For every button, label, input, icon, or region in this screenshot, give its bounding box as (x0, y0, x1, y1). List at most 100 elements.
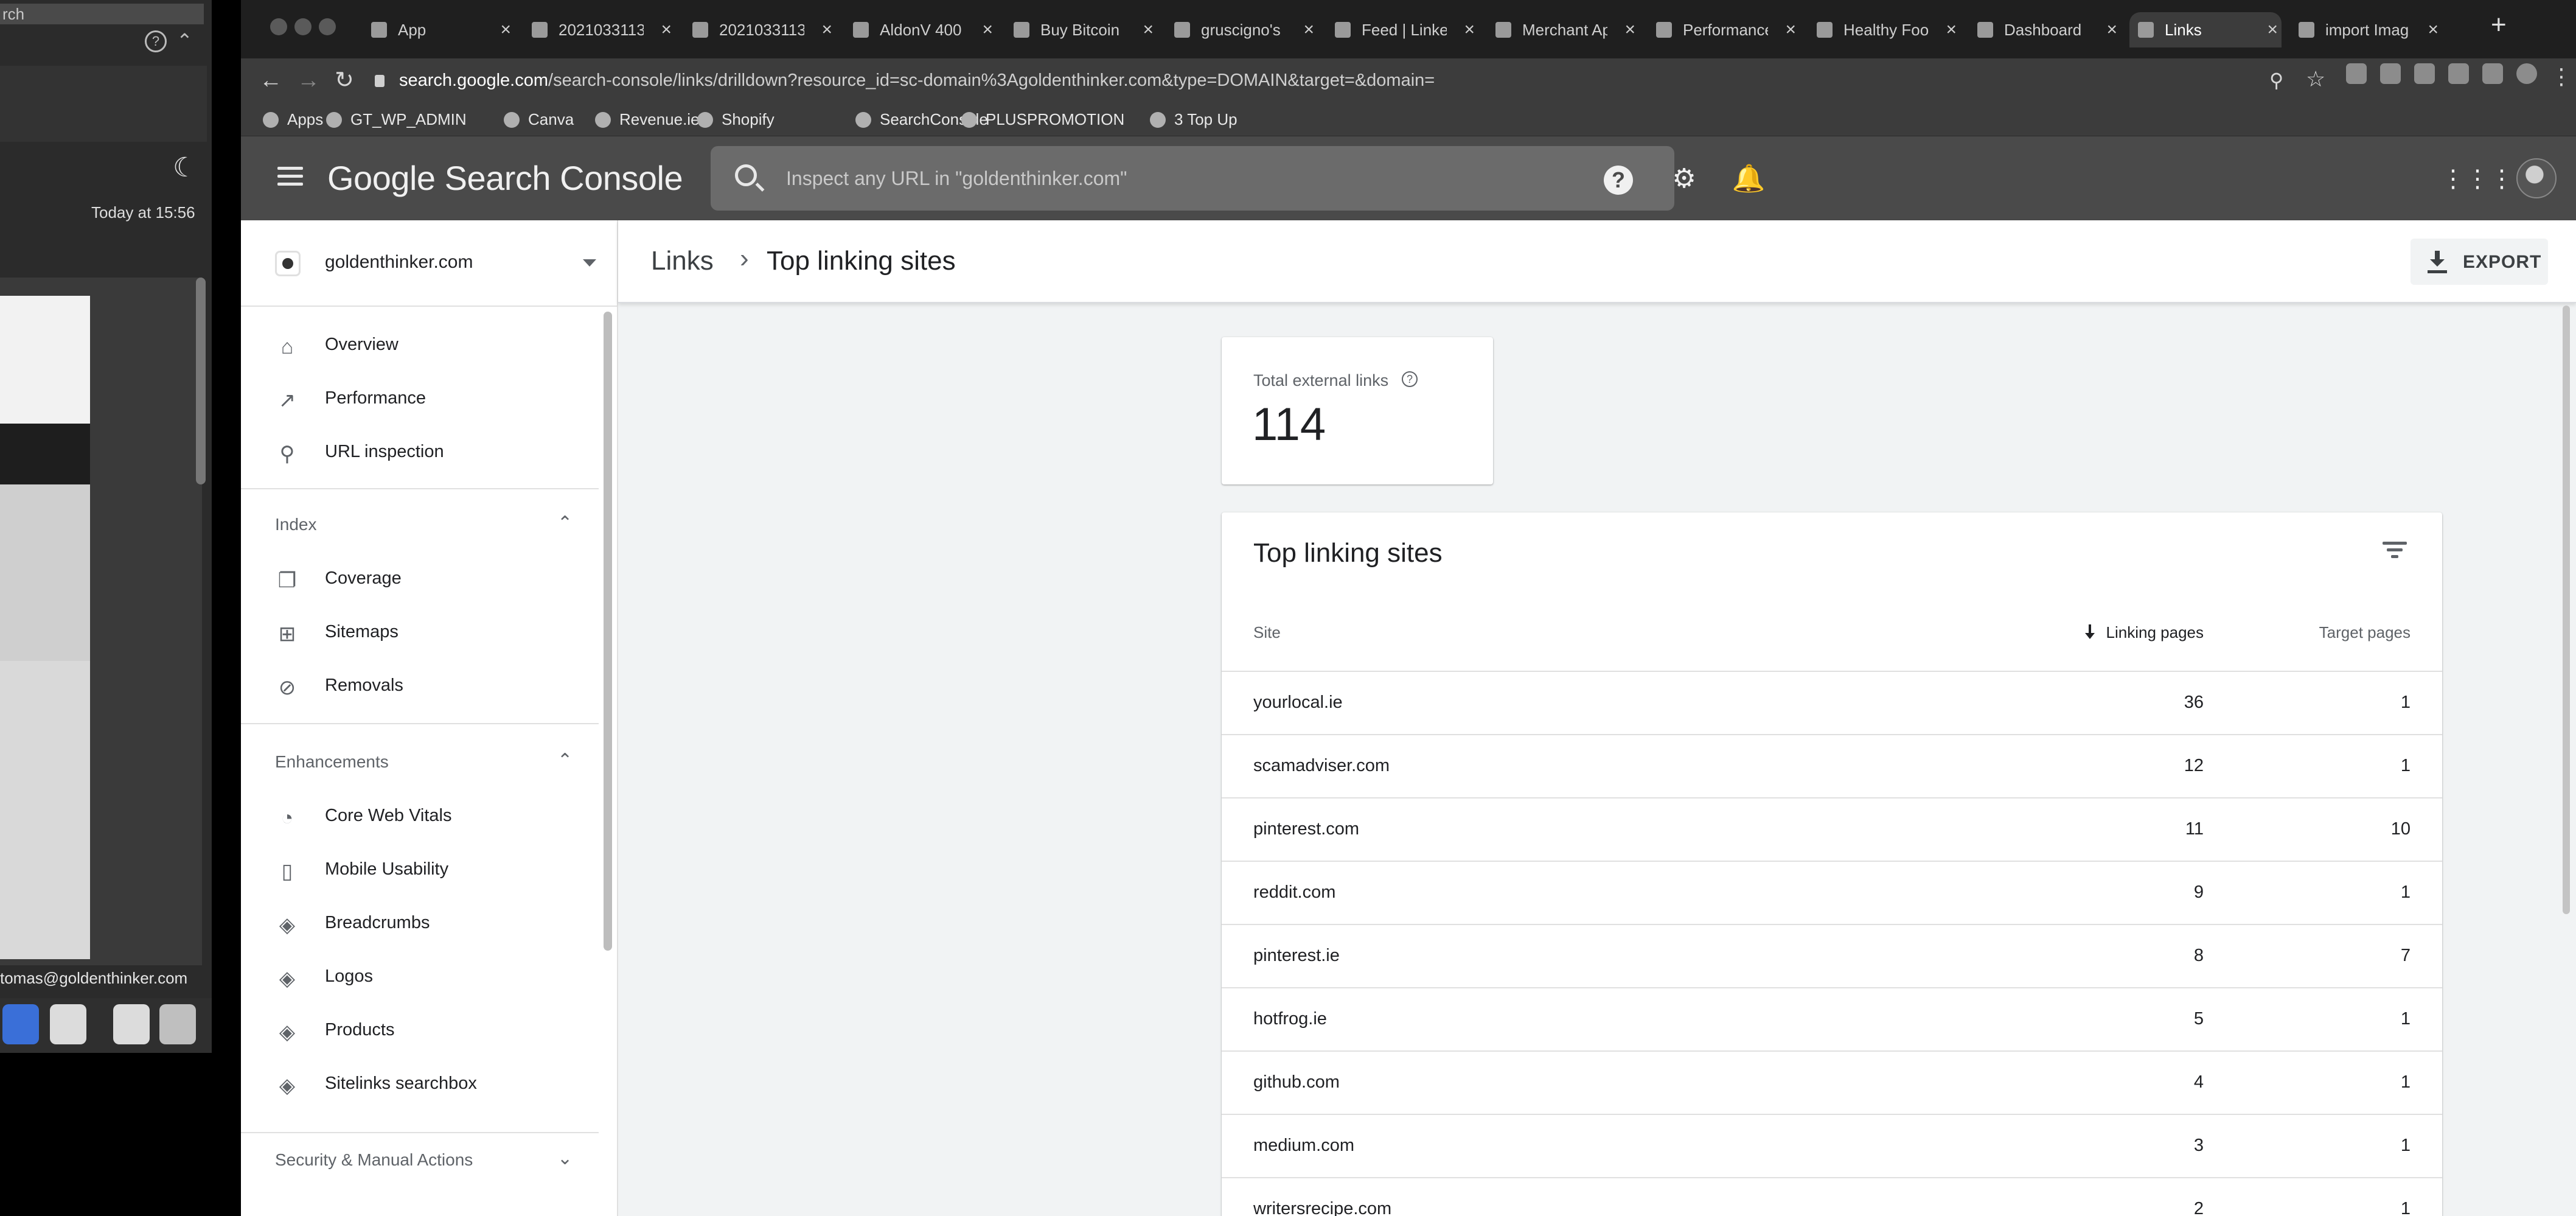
export-button[interactable]: EXPORT (2411, 239, 2548, 285)
maximize-window-button[interactable] (319, 18, 336, 35)
column-header-linking-pages[interactable]: Linking pages (2084, 623, 2204, 642)
help-icon[interactable]: ? (1601, 162, 1635, 196)
help-icon[interactable]: ? (145, 30, 167, 52)
sidebar-scrollbar[interactable] (604, 312, 612, 951)
reload-icon[interactable]: ↻ (335, 67, 354, 94)
bookmark-item[interactable]: Apps (263, 108, 323, 130)
sidebar-item-removals[interactable]: ⊘ Removals (241, 662, 606, 711)
minimize-window-button[interactable] (294, 18, 312, 35)
help-circle-icon[interactable]: ? (1402, 371, 1418, 387)
sidebar-item-products[interactable]: ◈ Products (241, 1007, 606, 1055)
close-tab-icon[interactable]: × (1464, 12, 1475, 47)
table-row[interactable]: github.com 4 1 (1222, 1050, 2442, 1114)
gsc-logo[interactable]: Google Search Console (327, 158, 683, 198)
notifications-bell-icon[interactable]: 🔔 (1732, 162, 1766, 196)
moon-icon[interactable]: ☾ (173, 152, 197, 183)
zoom-icon[interactable]: ⚲ (2269, 67, 2283, 94)
filter-icon[interactable] (2383, 540, 2407, 560)
table-row[interactable]: scamadviser.com 12 1 (1222, 734, 2442, 797)
bookmark-item[interactable]: PLUSPROMOTION (961, 108, 1124, 130)
table-row[interactable]: reddit.com 9 1 (1222, 861, 2442, 924)
column-header-site[interactable]: Site (1253, 623, 1281, 642)
close-tab-icon[interactable]: × (1143, 12, 1154, 47)
sidebar-item-sitelinks-searchbox[interactable]: ◈ Sitelinks searchbox (241, 1060, 606, 1109)
account-avatar[interactable] (2516, 158, 2557, 198)
chevron-down-icon[interactable]: ⌄ (557, 1148, 573, 1169)
browser-tab[interactable]: Feed | Linke × (1326, 12, 1478, 47)
url-inspect-input[interactable] (786, 162, 1638, 195)
chevron-up-icon[interactable]: ⌃ (176, 29, 193, 52)
section-header-security[interactable]: Security & Manual Actions (275, 1150, 473, 1170)
close-tab-icon[interactable]: × (2106, 12, 2117, 47)
document-icon[interactable] (50, 1004, 86, 1044)
close-tab-icon[interactable]: × (2428, 12, 2438, 47)
sidebar-item-overview[interactable]: ⌂ Overview (241, 321, 606, 370)
table-row[interactable]: yourlocal.ie 36 1 (1222, 671, 2442, 734)
browser-tab[interactable]: Links × (2129, 12, 2282, 47)
messenger-icon[interactable] (2, 1004, 39, 1044)
browser-tab[interactable]: AldonV 400 × (844, 12, 997, 47)
back-arrow-icon[interactable]: ← (259, 67, 282, 94)
forward-arrow-icon[interactable]: → (297, 67, 320, 94)
settings-users-icon[interactable]: ⚙ (1667, 162, 1701, 196)
column-header-target-pages[interactable]: Target pages (2319, 623, 2411, 642)
table-row[interactable]: pinterest.com 11 10 (1222, 797, 2442, 861)
main-scrollbar[interactable] (2563, 306, 2570, 914)
apps-grid-icon[interactable]: ⋮⋮⋮ (2441, 162, 2514, 196)
close-tab-icon[interactable]: × (500, 12, 511, 47)
background-scrollbar[interactable] (196, 278, 206, 484)
browser-tab[interactable]: import Imag × (2290, 12, 2442, 47)
extension-icon[interactable] (2482, 63, 2503, 84)
browser-tab[interactable]: 2021033113 × (684, 12, 836, 47)
close-tab-icon[interactable]: × (2267, 12, 2278, 47)
browser-tab[interactable]: Dashboard × (1969, 12, 2121, 47)
browser-tab[interactable]: App × (363, 12, 515, 47)
extension-icon[interactable] (2448, 63, 2469, 84)
table-row[interactable]: medium.com 3 1 (1222, 1114, 2442, 1177)
sidebar-item-logos[interactable]: ◈ Logos (241, 953, 606, 1002)
sidebar-item-sitemaps[interactable]: ⊞ Sitemaps (241, 609, 606, 657)
extension-icon[interactable] (2380, 63, 2401, 84)
profile-avatar-icon[interactable] (2516, 63, 2537, 84)
close-tab-icon[interactable]: × (661, 12, 672, 47)
extension-icon[interactable] (2346, 63, 2367, 84)
extension-icon[interactable] (2414, 63, 2435, 84)
close-tab-icon[interactable]: × (1303, 12, 1314, 47)
close-tab-icon[interactable]: × (1785, 12, 1796, 47)
close-tab-icon[interactable]: × (1946, 12, 1957, 47)
new-tab-button[interactable]: + (2491, 10, 2507, 40)
browser-tab[interactable]: Healthy Foo × (1808, 12, 1960, 47)
bookmark-item[interactable]: 3 Top Up (1150, 108, 1238, 130)
browser-tab[interactable]: 2021033113 × (523, 12, 675, 47)
menu-icon[interactable] (277, 167, 303, 190)
browser-tab[interactable]: gruscigno's × (1166, 12, 1318, 47)
bookmark-item[interactable]: Revenue.ie (595, 108, 700, 130)
table-row[interactable]: hotfrog.ie 5 1 (1222, 987, 2442, 1050)
browser-tab[interactable]: Merchant Ap × (1487, 12, 1639, 47)
close-tab-icon[interactable]: × (982, 12, 993, 47)
table-row[interactable]: pinterest.ie 8 7 (1222, 924, 2442, 987)
section-header-enhancements[interactable]: Enhancements (275, 752, 389, 772)
bookmark-star-icon[interactable]: ☆ (2306, 66, 2325, 93)
lock-icon[interactable] (375, 75, 385, 87)
document-icon[interactable] (113, 1004, 150, 1044)
close-window-button[interactable] (270, 18, 287, 35)
bookmark-item[interactable]: Canva (504, 108, 574, 130)
sidebar-item-core-web-vitals[interactable]: ◔ Core Web Vitals (241, 792, 606, 841)
close-tab-icon[interactable]: × (821, 12, 832, 47)
sidebar-item-coverage[interactable]: ❐ Coverage (241, 555, 606, 604)
trash-icon[interactable] (159, 1004, 196, 1044)
background-search-field[interactable]: rch (0, 4, 204, 24)
sidebar-item-breadcrumbs[interactable]: ◈ Breadcrumbs (241, 900, 606, 948)
breadcrumb-links[interactable]: Links (651, 246, 714, 276)
url-inspect-search[interactable] (711, 146, 1674, 211)
table-row[interactable]: writersrecipe.com 2 1 (1222, 1177, 2442, 1216)
sidebar-item-url-inspection[interactable]: ⚲ URL inspection (241, 428, 606, 477)
address-bar[interactable]: search.google.com/search-console/links/d… (375, 65, 2322, 96)
sidebar-item-performance[interactable]: ↗ Performance (241, 375, 606, 424)
section-header-index[interactable]: Index (275, 515, 317, 534)
browser-menu-icon[interactable]: ⋮ (2550, 63, 2572, 90)
close-tab-icon[interactable]: × (1624, 12, 1635, 47)
browser-tab[interactable]: Performance × (1648, 12, 1800, 47)
bookmark-item[interactable]: Shopify (697, 108, 775, 130)
